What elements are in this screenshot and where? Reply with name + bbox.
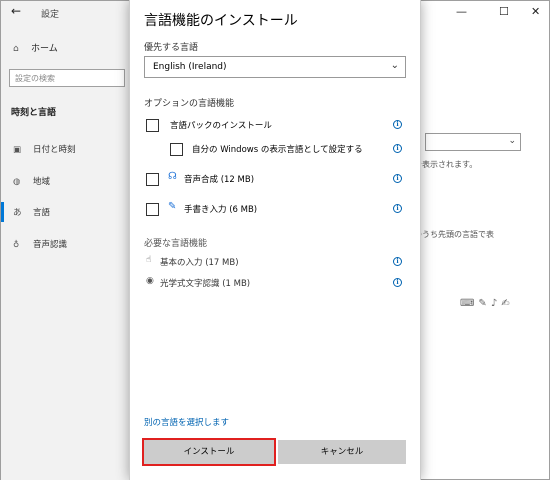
- feature-label: 自分の Windows の表示言語として設定する: [192, 145, 363, 155]
- feature-label: 光学式文字認識 (1 MB): [160, 279, 251, 289]
- cancel-button[interactable]: キャンセル: [278, 440, 406, 464]
- feature-row-handwriting: ✎ 手書き入力 (6 MB) i: [130, 200, 422, 220]
- required-row-ocr: ◉ 光学式文字認識 (1 MB) i: [130, 274, 422, 294]
- ocr-icon: ◉: [146, 276, 154, 286]
- language-icon: あ: [13, 208, 22, 218]
- sidebar-item-label: 日付と時刻: [33, 145, 76, 155]
- home-icon: ⌂: [13, 44, 19, 54]
- microphone-icon: ♁: [13, 240, 20, 250]
- sidebar-item-date-time[interactable]: ▣ 日付と時刻: [1, 139, 131, 159]
- back-arrow-icon[interactable]: ←: [11, 4, 21, 18]
- feature-label: 音声合成 (12 MB): [184, 175, 255, 185]
- sidebar-item-home[interactable]: ⌂ ホーム: [13, 41, 58, 54]
- sidebar-item-label: 音声認識: [33, 240, 68, 250]
- sidebar-item-region[interactable]: ◍ 地域: [1, 171, 131, 191]
- info-icon[interactable]: i: [393, 204, 402, 213]
- sidebar-item-label: 地域: [33, 177, 51, 187]
- settings-sidebar: ← 設定 ⌂ ホーム 設定の検索 時刻と言語 ▣ 日付と時刻 ◍ 地域 あ 言語 ♁ 音声…: [1, 1, 131, 480]
- sidebar-item-speech[interactable]: ♁ 音声認識: [1, 234, 131, 254]
- install-language-features-dialog: 言語機能のインストール 優先する言語 English (Ireland) ⌄ オ…: [129, 0, 421, 480]
- preferred-language-select[interactable]: English (Ireland) ⌄: [144, 56, 406, 78]
- feature-label: 手書き入力 (6 MB): [184, 205, 258, 215]
- keyboard-touch-icon: ☝: [146, 255, 152, 265]
- feature-row-display-language: 自分の Windows の表示言語として設定する i: [130, 140, 422, 160]
- preferred-language-label: 優先する言語: [144, 43, 199, 53]
- close-button[interactable]: ✕: [531, 5, 540, 18]
- install-button[interactable]: インストール: [142, 438, 276, 466]
- settings-search-input[interactable]: 設定の検索: [9, 69, 125, 87]
- calendar-clock-icon: ▣: [13, 145, 22, 155]
- sidebar-item-label: 言語: [33, 208, 51, 218]
- language-feature-icons: ⌨✎♪✍: [460, 298, 514, 309]
- info-icon[interactable]: i: [393, 120, 402, 129]
- minimize-button[interactable]: —: [456, 5, 467, 18]
- chevron-down-icon: ⌄: [390, 60, 399, 71]
- preferred-language-value: English (Ireland): [153, 62, 227, 72]
- info-icon[interactable]: i: [393, 278, 402, 287]
- info-icon[interactable]: i: [393, 174, 402, 183]
- info-icon[interactable]: i: [393, 144, 402, 153]
- speech-icon: ☊: [168, 171, 177, 182]
- language-pack-checkbox[interactable]: [146, 119, 159, 132]
- optional-features-label: オプションの言語機能: [144, 99, 235, 109]
- feature-row-language-pack: 言語パックのインストール i: [130, 116, 422, 136]
- chevron-down-icon: ⌄: [508, 136, 516, 146]
- feature-label: 言語パックのインストール: [170, 121, 272, 131]
- handwriting-checkbox[interactable]: [146, 203, 159, 216]
- sidebar-item-language[interactable]: あ 言語: [1, 202, 131, 222]
- choose-other-language-link[interactable]: 別の言語を選択します: [144, 416, 229, 428]
- speech-synthesis-checkbox[interactable]: [146, 173, 159, 186]
- dialog-title: 言語機能のインストール: [144, 13, 298, 29]
- globe-icon: ◍: [13, 177, 21, 187]
- info-icon[interactable]: i: [393, 257, 402, 266]
- background-dropdown[interactable]: ⌄: [425, 133, 521, 151]
- maximize-button[interactable]: ☐: [499, 5, 509, 18]
- section-title: 時刻と言語: [11, 108, 57, 118]
- app-title: 設定: [41, 10, 60, 20]
- required-features-label: 必要な言語機能: [144, 239, 208, 249]
- display-language-checkbox[interactable]: [170, 143, 183, 156]
- feature-row-speech-synthesis: ☊ 音声合成 (12 MB) i: [130, 170, 422, 190]
- handwriting-icon: ✎: [168, 201, 177, 212]
- feature-label: 基本の入力 (17 MB): [160, 258, 239, 268]
- sidebar-item-label: ホーム: [31, 44, 58, 54]
- required-row-basic-typing: ☝ 基本の入力 (17 MB) i: [130, 253, 422, 273]
